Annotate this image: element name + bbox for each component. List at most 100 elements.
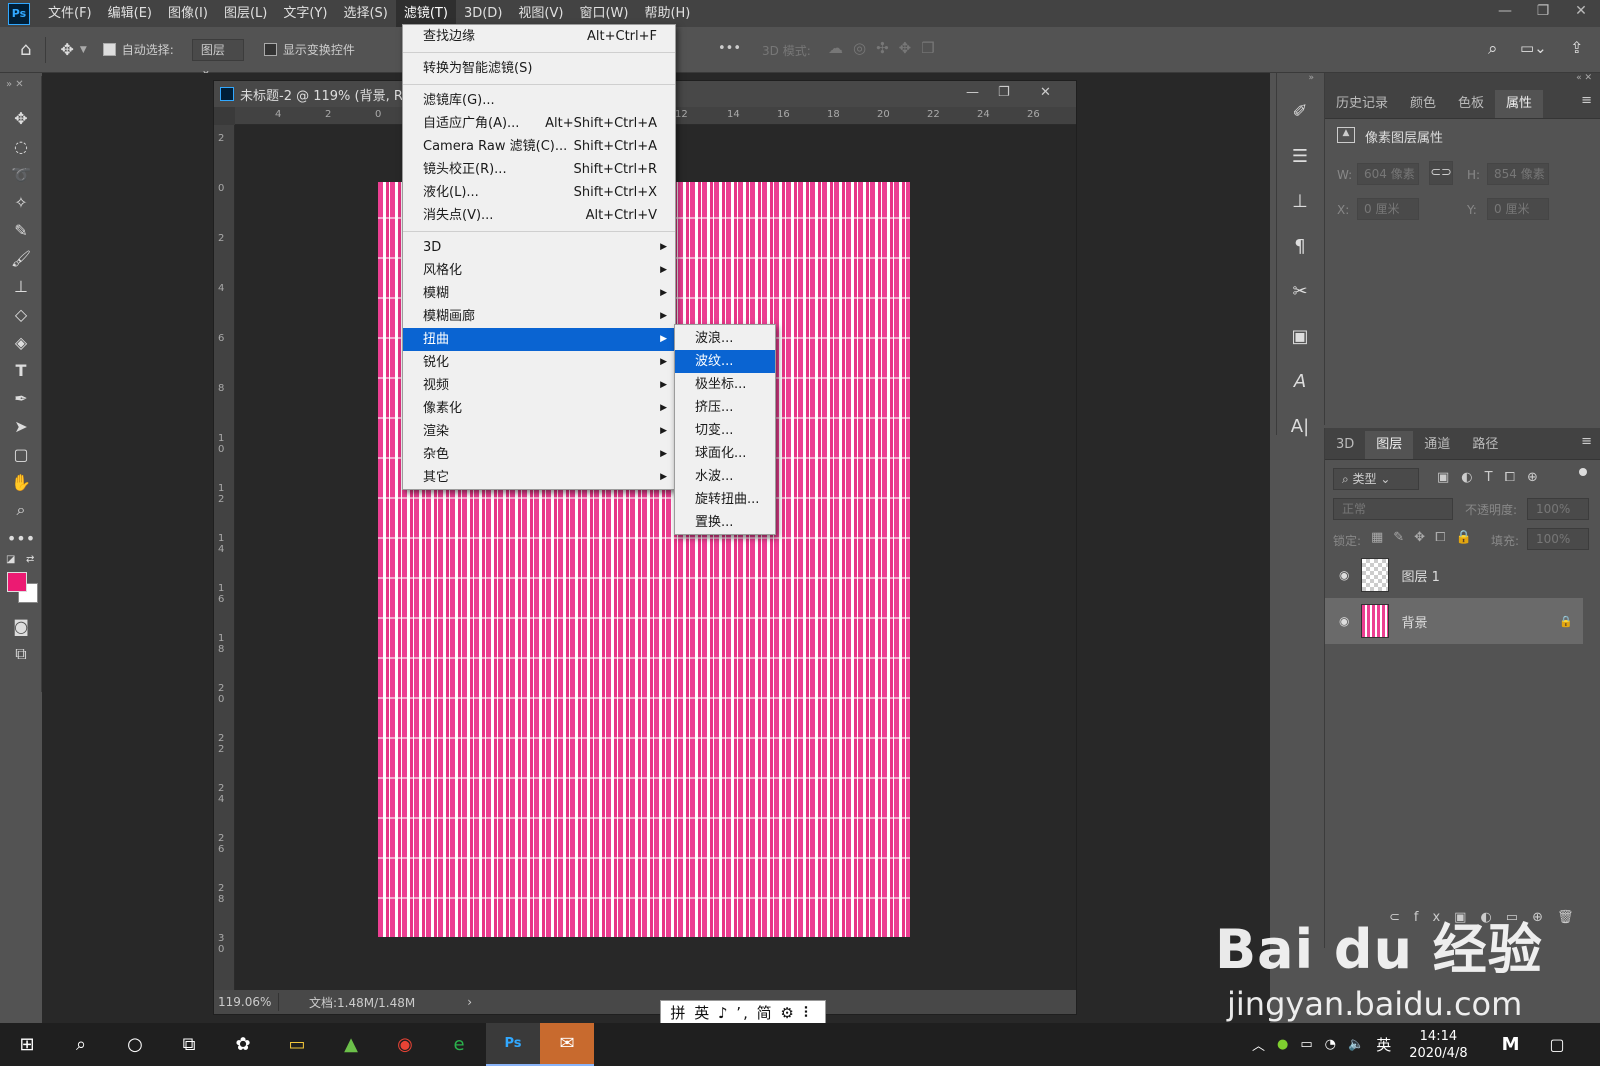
panel-menu-icon[interactable]: ≡ bbox=[1581, 93, 1592, 108]
restore-icon[interactable]: ❐ bbox=[1524, 0, 1562, 24]
x-field[interactable]: 0 厘米 bbox=[1357, 198, 1419, 220]
3d-orbit-icons[interactable]: ☁◎✣✥❒ bbox=[828, 39, 945, 57]
paint-bucket-tool-icon[interactable]: ◈ bbox=[0, 328, 42, 356]
filter-menu-item[interactable]: 模糊画廊 ▶ bbox=[403, 305, 675, 328]
eyedropper-tool-icon[interactable]: ✎ bbox=[0, 216, 42, 244]
distort-submenu-item[interactable]: 挤压... bbox=[675, 396, 775, 419]
photoshop-logo[interactable]: Ps bbox=[8, 2, 30, 25]
link-icon[interactable]: ⊂⊃ bbox=[1429, 161, 1453, 185]
clone-source-icon[interactable]: ⊥ bbox=[1277, 179, 1323, 224]
show-transform-checkbox[interactable] bbox=[263, 43, 277, 56]
file-explorer-icon[interactable]: ▭ bbox=[270, 1023, 324, 1066]
share-icon[interactable]: ⇪ bbox=[1570, 38, 1583, 57]
type-tool-icon[interactable]: T bbox=[0, 356, 42, 384]
move-tool-icon[interactable]: ✥ bbox=[0, 104, 42, 132]
pen-tool-icon[interactable]: ✒ bbox=[0, 384, 42, 412]
tray-chevron-icon[interactable]: ︿ bbox=[1252, 1035, 1265, 1054]
volume-icon[interactable]: 🔈 bbox=[1348, 1037, 1364, 1052]
input-language[interactable]: 英 bbox=[1376, 1034, 1391, 1055]
tab-1[interactable]: 颜色 bbox=[1399, 90, 1447, 118]
eraser-tool-icon[interactable]: ◇ bbox=[0, 300, 42, 328]
photoshop-taskbar-icon[interactable]: Ps bbox=[486, 1023, 540, 1066]
task-view-icon[interactable]: ⧉ bbox=[162, 1023, 216, 1066]
battery-icon[interactable]: ▭ bbox=[1300, 1037, 1312, 1052]
doc-restore-icon[interactable]: ❐ bbox=[998, 85, 1010, 100]
hand-tool-icon[interactable]: ✋ bbox=[0, 468, 42, 496]
filter-menu-item[interactable]: 渲染 ▶ bbox=[403, 420, 675, 443]
tray-app-icon[interactable]: ● bbox=[1277, 1037, 1288, 1052]
opacity-field[interactable]: 100% bbox=[1527, 498, 1589, 520]
menu-3[interactable]: 图层(L) bbox=[216, 0, 275, 27]
filter-menu-item[interactable]: 模糊 ▶ bbox=[403, 282, 675, 305]
tab-3[interactable]: 属性 bbox=[1495, 90, 1544, 118]
distort-submenu-item[interactable]: 极坐标... bbox=[675, 373, 775, 396]
layer-row[interactable]: ◉ 背景 🔒 bbox=[1325, 598, 1583, 644]
filter-toggle-icon[interactable] bbox=[1579, 468, 1587, 476]
wechat-icon[interactable]: ✉ bbox=[540, 1023, 594, 1066]
menu-10[interactable]: 帮助(H) bbox=[636, 0, 698, 27]
distort-submenu-item[interactable]: 球面化... bbox=[675, 442, 775, 465]
filter-menu-item[interactable]: 自适应广角(A)... Alt+Shift+Ctrl+A bbox=[403, 112, 675, 135]
blend-mode-dropdown[interactable]: 正常 bbox=[1333, 498, 1453, 520]
path-select-tool-icon[interactable]: ➤ bbox=[0, 412, 42, 440]
filter-menu-item[interactable]: 液化(L)... Shift+Ctrl+X bbox=[403, 181, 675, 204]
expand-panels-icon[interactable]: » bbox=[1277, 73, 1322, 89]
distort-submenu-item[interactable]: 波浪... bbox=[675, 327, 775, 350]
distort-submenu-item[interactable]: 波纹... bbox=[675, 350, 775, 373]
quick-mask-icon[interactable]: ◙ bbox=[0, 612, 42, 640]
foreground-color-swatch[interactable] bbox=[7, 572, 27, 592]
layers-tab-1[interactable]: 图层 bbox=[1365, 431, 1414, 459]
stamp-tool-icon[interactable]: ⊥ bbox=[0, 272, 42, 300]
filter-menu-item[interactable]: 消失点(V)... Alt+Ctrl+V bbox=[403, 204, 675, 227]
filter-menu-item[interactable]: 3D ▶ bbox=[403, 236, 675, 259]
lock-icons[interactable]: ▦✎✥⧠🔒 bbox=[1371, 530, 1482, 545]
panel-collapse-icon[interactable]: « ✕ bbox=[1325, 73, 1600, 87]
zoom-tool-icon[interactable]: ⌕ bbox=[0, 496, 42, 524]
default-colors-icon[interactable]: ◪ bbox=[6, 554, 15, 565]
tool-presets-icon[interactable]: ✂ bbox=[1277, 269, 1323, 314]
app-green-icon[interactable]: ▲ bbox=[324, 1023, 378, 1066]
more-options-button[interactable]: ••• bbox=[718, 41, 741, 56]
minimize-icon[interactable]: — bbox=[1486, 0, 1524, 24]
menu-2[interactable]: 图像(I) bbox=[160, 0, 216, 27]
filter-menu-item[interactable]: 滤镜库(G)... bbox=[403, 89, 675, 112]
brush-settings-icon[interactable]: ✐ bbox=[1277, 89, 1323, 134]
menu-7[interactable]: 3D(D) bbox=[456, 0, 510, 27]
home-icon[interactable]: ⌂ bbox=[20, 39, 31, 60]
glyphs-icon[interactable]: A bbox=[1277, 359, 1323, 404]
start-icon[interactable]: ⊞ bbox=[0, 1023, 54, 1066]
distort-submenu-item[interactable]: 水波... bbox=[675, 465, 775, 488]
zoom-level[interactable]: 119.06% bbox=[218, 995, 278, 1009]
tab-2[interactable]: 色板 bbox=[1447, 90, 1495, 118]
filter-menu-item[interactable]: 镜头校正(R)... Shift+Ctrl+R bbox=[403, 158, 675, 181]
shape-tool-icon[interactable]: ▢ bbox=[0, 440, 42, 468]
brush-tool-icon[interactable]: 🖌 bbox=[0, 244, 42, 272]
chevron-down-icon[interactable]: ▼ bbox=[80, 45, 87, 55]
close-icon[interactable]: ✕ bbox=[1562, 0, 1600, 24]
filter-menu-item[interactable]: 转换为智能滤镜(S) bbox=[403, 57, 675, 80]
doc-close-icon[interactable]: ✕ bbox=[1040, 85, 1051, 100]
visibility-eye-icon[interactable]: ◉ bbox=[1339, 614, 1349, 628]
layer-name[interactable]: 背景 bbox=[1401, 612, 1427, 631]
layers-tab-0[interactable]: 3D bbox=[1325, 431, 1365, 459]
filter-menu-item[interactable]: 视频 ▶ bbox=[403, 374, 675, 397]
layer-row[interactable]: ◉ 图层 1 bbox=[1325, 552, 1583, 598]
menu-8[interactable]: 视图(V) bbox=[510, 0, 571, 27]
character-icon[interactable]: A| bbox=[1277, 404, 1323, 449]
toolbar-collapse-icon[interactable]: » ✕ bbox=[0, 76, 41, 104]
more-tools-icon[interactable]: ••• bbox=[0, 524, 42, 552]
auto-select-dropdown[interactable]: 图层 ⌄ bbox=[191, 38, 244, 77]
filter-type-icons[interactable]: ▣◐T⧠⊕ bbox=[1437, 470, 1550, 485]
magic-wand-tool-icon[interactable]: ✧ bbox=[0, 188, 42, 216]
lasso-tool-icon[interactable]: ➰ bbox=[0, 160, 42, 188]
screen-mode-icon[interactable]: ⧉ bbox=[0, 640, 42, 668]
distort-submenu-item[interactable]: 置换... bbox=[675, 511, 775, 534]
menu-0[interactable]: 文件(F) bbox=[40, 0, 100, 27]
filter-menu-item[interactable]: 其它 ▶ bbox=[403, 466, 675, 489]
height-field[interactable]: 854 像素 bbox=[1487, 163, 1549, 185]
paragraph-icon[interactable]: ¶ bbox=[1277, 224, 1323, 269]
visibility-eye-icon[interactable]: ◉ bbox=[1339, 568, 1349, 582]
filter-menu-item[interactable]: 扭曲 ▶ bbox=[403, 328, 675, 351]
adjustments-icon[interactable]: ☰ bbox=[1277, 134, 1323, 179]
app-pinwheel-icon[interactable]: ✿ bbox=[216, 1023, 270, 1066]
